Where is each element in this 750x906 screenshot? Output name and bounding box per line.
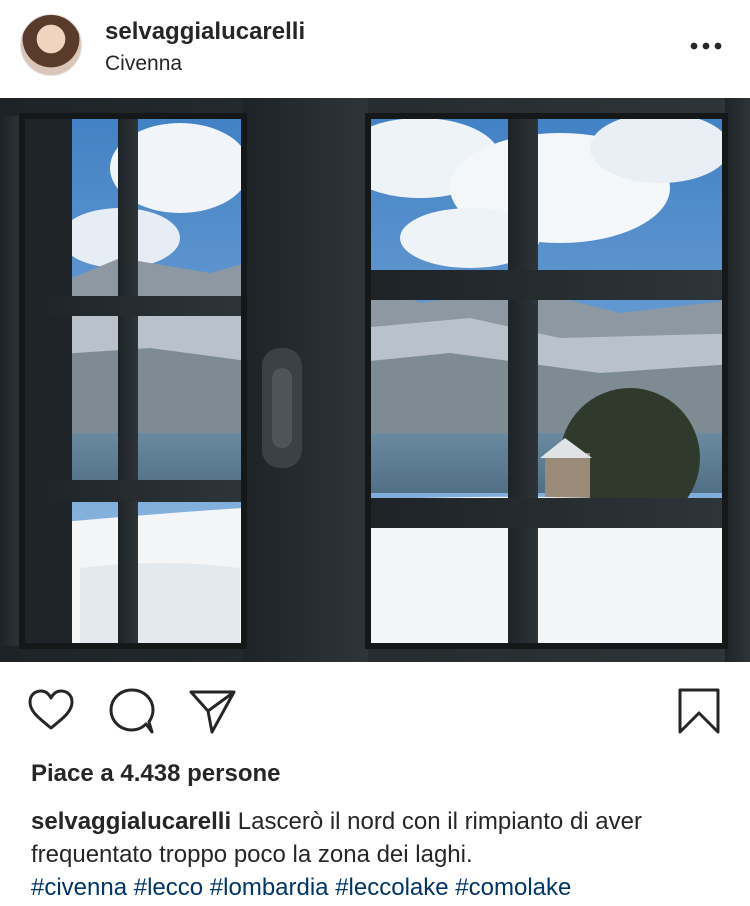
post-photo[interactable]	[0, 98, 750, 662]
caption-hashtags: #civenna #lecco #lombardia #leccolake #c…	[31, 874, 571, 901]
hashtag-link[interactable]: #lombardia	[210, 874, 329, 901]
paper-plane-icon[interactable]	[187, 686, 237, 736]
caption-username[interactable]: selvaggialucarelli	[31, 808, 231, 835]
post-username[interactable]: selvaggialucarelli	[105, 18, 305, 46]
post-photo-image	[0, 98, 750, 662]
post-caption: selvaggialucarelli Lascerò il nord con i…	[31, 805, 721, 904]
hashtag-link[interactable]: #civenna	[31, 874, 127, 901]
post-location[interactable]: Civenna	[105, 52, 182, 76]
post-header: selvaggialucarelli Civenna	[0, 0, 750, 98]
hashtag-link[interactable]: #comolake	[455, 874, 571, 901]
bookmark-icon[interactable]	[673, 686, 725, 736]
more-options-icon[interactable]	[686, 36, 726, 56]
post-action-bar	[0, 662, 750, 752]
hashtag-link[interactable]: #lecco	[134, 874, 203, 901]
heart-icon[interactable]	[26, 686, 76, 736]
likes-count[interactable]: Piace a 4.438 persone	[31, 760, 281, 788]
hashtag-link[interactable]: #leccolake	[335, 874, 448, 901]
avatar[interactable]	[20, 14, 82, 76]
comment-bubble-icon[interactable]	[107, 686, 157, 736]
